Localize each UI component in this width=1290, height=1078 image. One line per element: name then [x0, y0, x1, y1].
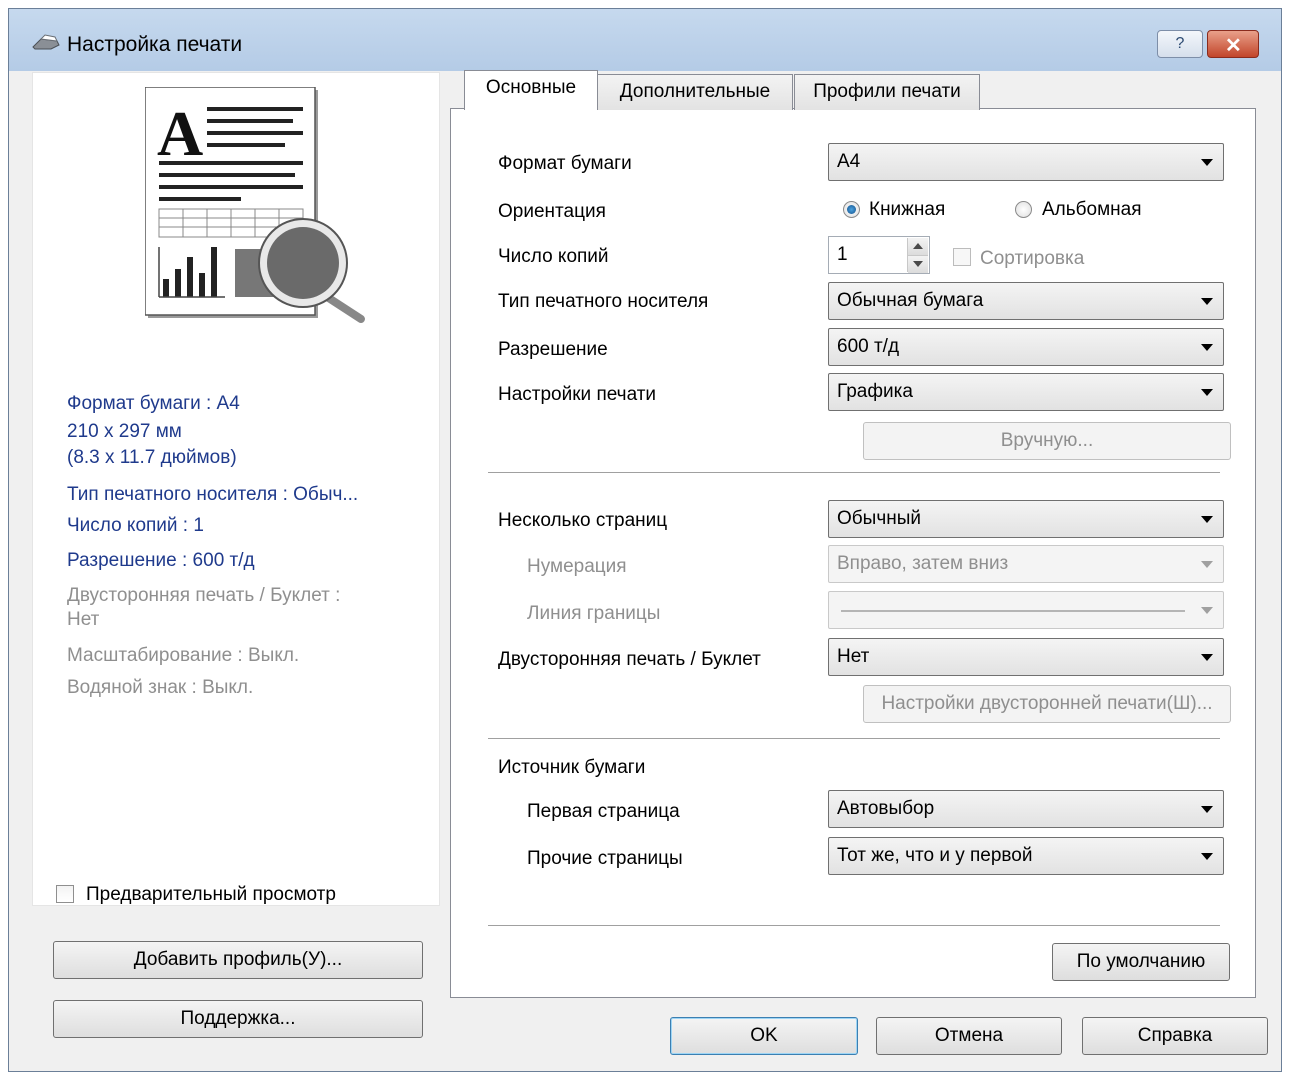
first-page-value: Автовыбор — [837, 798, 935, 819]
chevron-down-icon — [1201, 389, 1213, 396]
chevron-down-icon — [1201, 298, 1213, 305]
other-pages-value: Тот же, что и у первой — [837, 845, 1033, 866]
summary-paper-size: Формат бумаги : A4 — [67, 393, 240, 414]
portrait-radio[interactable] — [843, 201, 860, 218]
preview-checkbox[interactable] — [56, 885, 74, 903]
paper-size-select[interactable]: A4 — [828, 143, 1224, 181]
chevron-down-icon — [1201, 853, 1213, 860]
collate-label: Сортировка — [980, 248, 1085, 269]
paper-size-label: Формат бумаги — [498, 153, 632, 174]
duplex-label: Двусторонняя печать / Буклет — [498, 649, 761, 670]
support-button[interactable]: Поддержка... — [53, 1000, 423, 1038]
summary-dimensions-mm: 210 x 297 мм — [67, 421, 182, 442]
window-title: Настройка печати — [67, 33, 243, 56]
summary-resolution: Разрешение : 600 т/д — [67, 550, 255, 571]
paper-source-label: Источник бумаги — [498, 757, 646, 778]
tab-basic[interactable]: Основные — [464, 70, 598, 110]
media-type-value: Обычная бумага — [837, 290, 984, 311]
duplex-settings-button[interactable]: Настройки двусторонней печати(Ш)... — [863, 685, 1231, 723]
close-icon: ✕ — [1225, 35, 1242, 57]
cancel-button[interactable]: Отмена — [876, 1017, 1062, 1055]
copies-value: 1 — [837, 244, 848, 265]
summary-media: Тип печатного носителя : Обыч... — [67, 484, 359, 505]
document-preview-icon: A — [145, 87, 365, 323]
manual-button[interactable]: Вручную... — [863, 422, 1231, 460]
summary-dimensions-in: (8.3 x 11.7 дюймов) — [67, 447, 237, 468]
printer-icon — [32, 34, 60, 50]
svg-text:A: A — [157, 98, 203, 169]
help-button[interactable]: Справка — [1082, 1017, 1268, 1055]
summary-copies: Число копий : 1 — [67, 515, 204, 536]
landscape-label: Альбомная — [1042, 199, 1142, 220]
separator — [488, 738, 1220, 740]
title-bar: Настройка печати ? ✕ — [9, 9, 1281, 71]
print-settings-value: Графика — [837, 381, 913, 402]
resolution-select[interactable]: 600 т/д — [828, 328, 1224, 366]
chevron-down-icon — [1201, 806, 1213, 813]
chevron-down-icon — [1201, 561, 1213, 568]
chevron-down-icon — [1201, 607, 1213, 614]
page-order-select[interactable]: Вправо, затем вниз — [828, 545, 1224, 583]
tab-print-profiles[interactable]: Профили печати — [794, 74, 980, 110]
portrait-label: Книжная — [869, 199, 946, 220]
chevron-down-icon — [1201, 344, 1213, 351]
summary-scaling: Масштабирование : Выкл. — [67, 645, 300, 666]
tab-advanced[interactable]: Дополнительные — [597, 74, 793, 110]
chevron-down-icon — [1201, 516, 1213, 523]
multi-page-label: Несколько страниц — [498, 510, 668, 531]
print-settings-select[interactable]: Графика — [828, 373, 1224, 411]
resolution-value: 600 т/д — [837, 336, 900, 357]
media-type-label: Тип печатного носителя — [498, 291, 709, 312]
border-line-label: Линия границы — [527, 603, 661, 624]
duplex-select[interactable]: Нет — [828, 638, 1224, 676]
close-button[interactable]: ✕ — [1207, 30, 1259, 58]
border-line-select[interactable] — [828, 591, 1224, 629]
paper-size-value: A4 — [837, 151, 861, 172]
summary-duplex: Двусторонняя печать / Буклет : — [67, 585, 341, 606]
print-settings-label: Настройки печати — [498, 384, 657, 405]
duplex-value: Нет — [837, 646, 870, 667]
summary-duplex-value: Нет — [67, 609, 100, 630]
line-sample — [841, 610, 1185, 612]
chevron-down-icon — [1201, 159, 1213, 166]
spin-up-icon[interactable] — [908, 238, 928, 255]
collate-checkbox[interactable] — [953, 248, 971, 266]
separator — [488, 925, 1220, 927]
spin-down-icon[interactable] — [908, 255, 928, 273]
orientation-label: Ориентация — [498, 201, 606, 222]
preview-label: Предварительный просмотр — [86, 884, 336, 905]
summary-watermark: Водяной знак : Выкл. — [67, 677, 254, 698]
multi-page-value: Обычный — [837, 508, 921, 529]
first-page-label: Первая страница — [527, 801, 680, 822]
ok-button[interactable]: OK — [670, 1017, 858, 1055]
separator — [488, 472, 1220, 474]
copies-label: Число копий — [498, 246, 609, 267]
copies-stepper[interactable]: 1 — [828, 236, 930, 274]
page-order-label: Нумерация — [527, 556, 627, 577]
media-type-select[interactable]: Обычная бумага — [828, 282, 1224, 320]
resolution-label: Разрешение — [498, 339, 608, 360]
add-profile-button[interactable]: Добавить профиль(У)... — [53, 941, 423, 979]
default-button[interactable]: По умолчанию — [1052, 943, 1230, 981]
help-title-button[interactable]: ? — [1157, 30, 1203, 58]
other-pages-select[interactable]: Тот же, что и у первой — [828, 837, 1224, 875]
landscape-radio[interactable] — [1015, 201, 1032, 218]
page-order-value: Вправо, затем вниз — [837, 553, 1009, 574]
multi-page-select[interactable]: Обычный — [828, 500, 1224, 538]
first-page-select[interactable]: Автовыбор — [828, 790, 1224, 828]
chevron-down-icon — [1201, 654, 1213, 661]
other-pages-label: Прочие страницы — [527, 848, 683, 869]
